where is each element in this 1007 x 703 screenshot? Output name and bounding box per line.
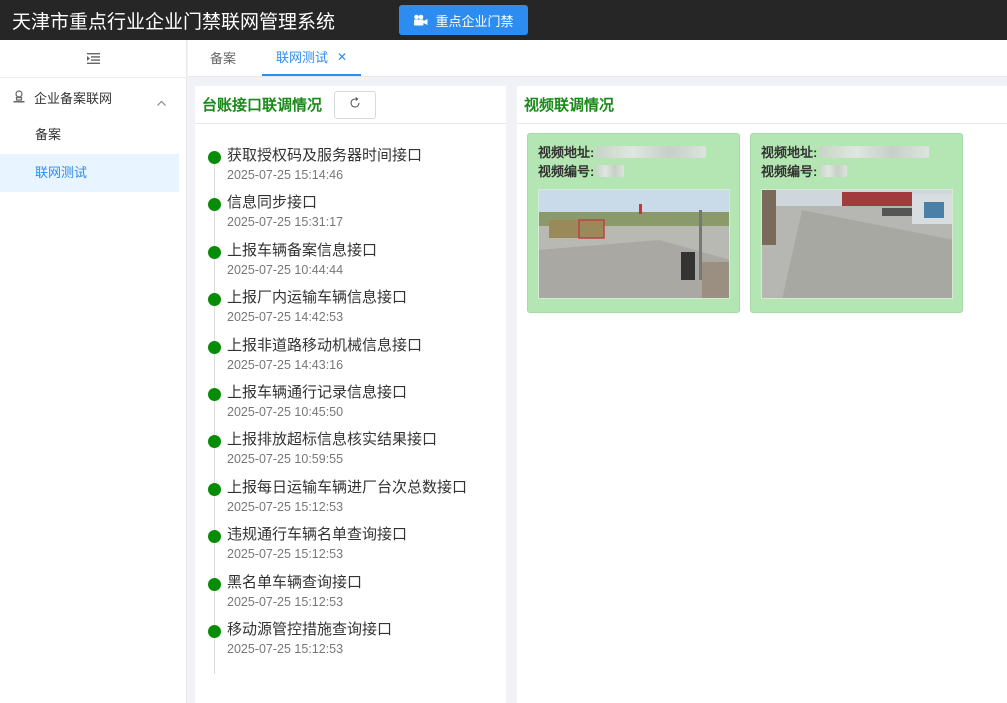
- interface-timeline: 获取授权码及服务器时间接口 2025-07-25 15:14:46 信息同步接口 20…: [195, 124, 506, 674]
- interface-name: 违规通行车辆名单查询接口: [227, 526, 408, 544]
- video-panel-title: 视频联调情况: [524, 97, 615, 114]
- tab-label: 备案: [210, 51, 237, 66]
- sidebar-item-filing[interactable]: 备案: [0, 116, 179, 154]
- video-stream-frame[interactable]: [538, 189, 730, 299]
- tab-label: 联网测试: [276, 50, 329, 65]
- user-stamp-icon: [12, 90, 26, 104]
- menu-fold-icon[interactable]: [0, 40, 186, 78]
- video-stream-frame[interactable]: [761, 189, 953, 299]
- video-address-row: 视频地址:: [761, 142, 952, 161]
- redacted-address: [596, 145, 707, 158]
- interface-name: 上报每日运输车辆进厂台次总数接口: [227, 478, 468, 496]
- interface-test-time: 2025-07-25 15:12:53: [227, 499, 344, 514]
- sidebar-group-label: 企业备案联网: [34, 90, 113, 106]
- timeline-item: 违规通行车辆名单查询接口 2025-07-25 15:12:53: [195, 525, 506, 572]
- status-dot-icon: [208, 293, 221, 307]
- status-dot-icon: [208, 435, 221, 449]
- interface-name: 上报车辆备案信息接口: [227, 241, 378, 259]
- interface-test-time: 2025-07-25 10:59:55: [227, 452, 344, 467]
- video-panel-header: 视频联调情况: [517, 86, 1007, 124]
- status-dot-icon: [208, 340, 221, 354]
- redacted-address: [819, 145, 930, 158]
- top-header: 天津市重点行业企业门禁联网管理系统 重点企业门禁: [0, 0, 1007, 40]
- timeline-item: 上报厂内运输车辆信息接口 2025-07-25 14:42:53: [195, 288, 506, 335]
- ledger-panel-title: 台账接口联调情况: [202, 97, 323, 114]
- interface-test-time: 2025-07-25 14:42:53: [227, 310, 344, 325]
- video-grid: 视频地址: 视频编号: 视频地址: 视频编号:: [517, 124, 1007, 313]
- video-panel: 视频联调情况 视频地址: 视频编号: 视频地址: 视频编号:: [517, 86, 1007, 703]
- interface-test-time: 2025-07-25 15:12:53: [227, 594, 344, 609]
- key-enterprise-gate-button[interactable]: 重点企业门禁: [399, 5, 528, 35]
- status-dot-icon: [208, 245, 221, 259]
- redacted-code: [596, 164, 625, 177]
- sidebar-item-network-test[interactable]: 联网测试: [0, 154, 179, 192]
- status-dot-icon: [208, 482, 221, 496]
- timeline-item: 上报排放超标信息核实结果接口 2025-07-25 10:59:55: [195, 430, 506, 477]
- ledger-panel-header: 台账接口联调情况: [195, 86, 506, 124]
- video-code-row: 视频编号:: [761, 161, 952, 180]
- tab-bar: 备案 联网测试 ✕: [188, 40, 1007, 77]
- interface-name: 上报非道路移动机械信息接口: [227, 336, 423, 354]
- sidebar-group-enterprise-filing[interactable]: 企业备案联网: [0, 78, 186, 116]
- interface-test-time: 2025-07-25 15:14:46: [227, 168, 344, 182]
- interface-test-time: 2025-07-25 14:43:16: [227, 357, 344, 372]
- interface-test-time: 2025-07-25 15:31:17: [227, 215, 344, 230]
- status-dot-icon: [208, 198, 221, 212]
- video-code-label: 视频编号:: [761, 164, 818, 179]
- camera-icon: [413, 14, 428, 26]
- redacted-code: [819, 164, 848, 177]
- interface-test-time: 2025-07-25 10:45:50: [227, 404, 344, 419]
- interface-name: 获取授权码及服务器时间接口: [227, 147, 423, 164]
- refresh-icon: [349, 96, 361, 114]
- status-dot-icon: [208, 624, 221, 638]
- timeline-item: 获取授权码及服务器时间接口 2025-07-25 15:14:46: [195, 146, 506, 193]
- chevron-up-icon: [157, 94, 166, 106]
- video-address-label: 视频地址:: [761, 145, 818, 160]
- interface-name: 信息同步接口: [227, 194, 318, 212]
- timeline-item: 移动源管控措施查询接口 2025-07-25 15:12:53: [195, 620, 506, 667]
- interface-name: 上报车辆通行记录信息接口: [227, 383, 408, 401]
- timeline-item: 黑名单车辆查询接口 2025-07-25 15:12:53: [195, 573, 506, 620]
- video-card[interactable]: 视频地址: 视频编号:: [527, 133, 740, 313]
- interface-name: 黑名单车辆查询接口: [227, 573, 363, 591]
- status-dot-icon: [208, 151, 221, 164]
- app-title: 天津市重点行业企业门禁联网管理系统: [12, 11, 336, 33]
- timeline-item: 上报每日运输车辆进厂台次总数接口 2025-07-25 15:12:53: [195, 478, 506, 525]
- interface-name: 上报厂内运输车辆信息接口: [227, 289, 408, 307]
- video-address-label: 视频地址:: [538, 145, 595, 160]
- key-enterprise-gate-label: 重点企业门禁: [435, 13, 514, 29]
- timeline-item: 信息同步接口 2025-07-25 15:31:17: [195, 193, 506, 240]
- ledger-interface-panel: 台账接口联调情况 获取授权码及服务器时间接口 2025-07-25 15:14:4…: [195, 86, 506, 703]
- close-icon[interactable]: ✕: [337, 50, 347, 64]
- status-dot-icon: [208, 577, 221, 591]
- video-code-label: 视频编号:: [538, 164, 595, 179]
- timeline-item: 上报非道路移动机械信息接口 2025-07-25 14:43:16: [195, 336, 506, 383]
- timeline-item: 上报车辆通行记录信息接口 2025-07-25 10:45:50: [195, 383, 506, 430]
- tab-network-test[interactable]: 联网测试 ✕: [262, 39, 362, 76]
- refresh-button[interactable]: [334, 90, 377, 119]
- interface-test-time: 2025-07-25 10:44:44: [227, 262, 344, 277]
- video-card[interactable]: 视频地址: 视频编号:: [750, 133, 963, 313]
- tab-filing[interactable]: 备案: [196, 39, 250, 76]
- video-address-row: 视频地址:: [538, 142, 729, 161]
- sidebar: 企业备案联网 备案 联网测试: [0, 40, 187, 703]
- interface-name: 上报排放超标信息核实结果接口: [227, 431, 438, 449]
- interface-test-time: 2025-07-25 15:12:53: [227, 547, 344, 562]
- status-dot-icon: [208, 387, 221, 401]
- status-dot-icon: [208, 530, 221, 544]
- timeline-item: 上报车辆备案信息接口 2025-07-25 10:44:44: [195, 241, 506, 288]
- video-code-row: 视频编号:: [538, 161, 729, 180]
- interface-test-time: 2025-07-25 15:12:53: [227, 641, 344, 656]
- interface-name: 移动源管控措施查询接口: [227, 620, 393, 638]
